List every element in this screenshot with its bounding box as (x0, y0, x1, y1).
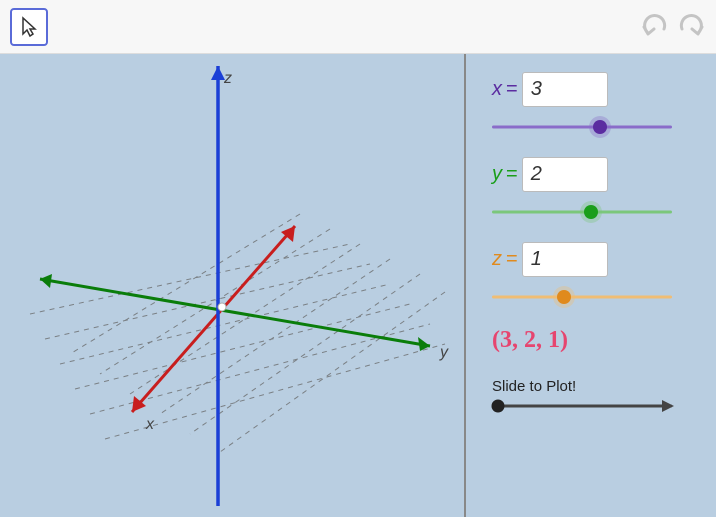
undo-icon (640, 11, 670, 37)
x-row: x = 3 (492, 72, 694, 107)
z-axis-label: z (224, 70, 232, 88)
z-label: z (492, 248, 502, 271)
undo-button[interactable] (640, 11, 670, 42)
toolbar (0, 0, 716, 54)
cursor-icon (20, 16, 38, 38)
z-slider[interactable] (492, 285, 672, 309)
y-eq: = (506, 163, 518, 186)
y-value-input[interactable]: 2 (522, 157, 608, 192)
point-readout: (3, 2, 1) (492, 327, 694, 354)
plot-slider[interactable] (492, 397, 672, 415)
x-slider[interactable] (492, 115, 672, 139)
x-axis-label: x (146, 416, 154, 434)
x-value-input[interactable]: 3 (522, 72, 608, 107)
y-label: y (492, 163, 502, 186)
z-row: z = 1 (492, 242, 694, 277)
z-value-input[interactable]: 1 (522, 242, 608, 277)
x-eq: = (506, 78, 518, 101)
z-eq: = (506, 248, 518, 271)
y-slider[interactable] (492, 200, 672, 224)
plot-slider-label: Slide to Plot! (492, 378, 694, 395)
3d-view[interactable]: z y x (0, 54, 466, 517)
controls-panel: x = 3 y = 2 z = 1 ( (466, 54, 716, 517)
pointer-tool-button[interactable] (10, 8, 48, 46)
redo-icon (676, 11, 706, 37)
redo-button[interactable] (676, 11, 706, 42)
x-label: x (492, 78, 502, 101)
main: z y x x = 3 y = 2 z = 1 (0, 54, 716, 517)
axes-plot (0, 54, 466, 517)
arrow-right-icon (662, 400, 674, 412)
y-row: y = 2 (492, 157, 694, 192)
y-axis-label: y (440, 344, 448, 362)
